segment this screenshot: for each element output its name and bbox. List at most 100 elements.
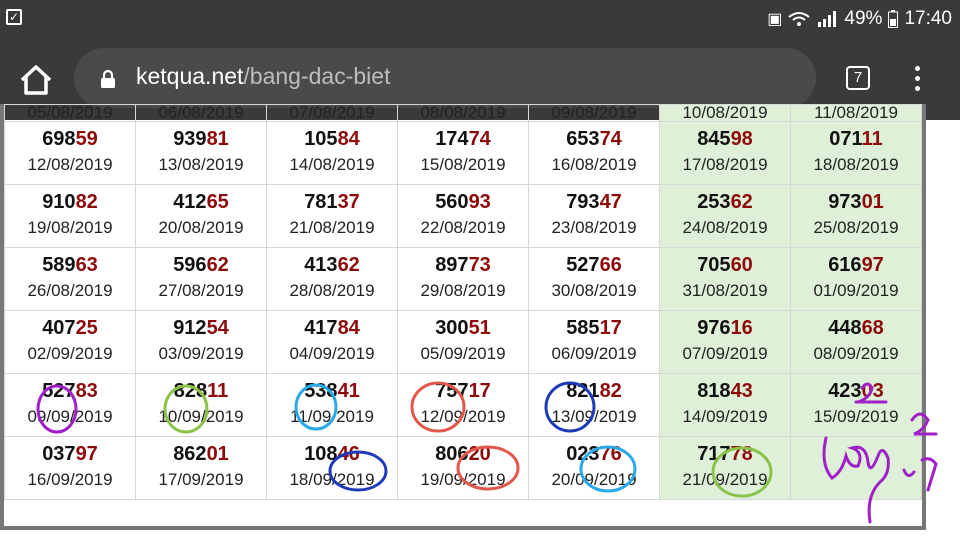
address-bar[interactable]: ketqua.net/bang-dac-biet bbox=[74, 48, 816, 108]
result-number: 65374 bbox=[529, 128, 659, 150]
result-date: 09/09/2019 bbox=[27, 407, 113, 426]
overflow-menu-icon[interactable] bbox=[912, 66, 922, 94]
number-head: 412 bbox=[173, 191, 207, 213]
number-tail: 62 bbox=[206, 254, 229, 276]
result-cell: 53841 11/09/2019 bbox=[266, 373, 398, 437]
result-date: 26/08/2019 bbox=[27, 281, 113, 300]
number-head: 527 bbox=[42, 380, 76, 402]
result-number: 75717 bbox=[398, 380, 528, 402]
result-date: 19/09/2019 bbox=[420, 470, 506, 489]
number-head: 939 bbox=[173, 128, 207, 150]
result-date: 25/08/2019 bbox=[813, 218, 899, 237]
result-number: 59662 bbox=[136, 254, 266, 276]
number-head: 037 bbox=[42, 443, 76, 465]
number-head: 910 bbox=[42, 191, 76, 213]
result-number: 86201 bbox=[136, 443, 266, 465]
result-number: 02376 bbox=[529, 443, 659, 465]
result-number: 58517 bbox=[529, 317, 659, 339]
result-date: 02/09/2019 bbox=[27, 344, 113, 363]
result-cell: 10584 14/08/2019 bbox=[266, 121, 398, 185]
number-tail: 01 bbox=[861, 191, 884, 213]
number-head: 560 bbox=[435, 191, 469, 213]
result-cell: 08/08/2019 bbox=[397, 104, 529, 122]
number-tail: 63 bbox=[75, 254, 98, 276]
result-cell: 07111 18/08/2019 bbox=[790, 121, 922, 185]
number-head: 973 bbox=[828, 191, 862, 213]
number-tail: 11 bbox=[861, 128, 883, 150]
result-number: 07111 bbox=[791, 128, 921, 150]
number-tail: 83 bbox=[75, 380, 98, 402]
number-head: 527 bbox=[566, 254, 600, 276]
status-bar: ✓ ▣ 49% 17:40 bbox=[0, 0, 960, 38]
number-tail: 62 bbox=[337, 254, 360, 276]
result-date: 21/09/2019 bbox=[682, 470, 768, 489]
results-table: 05/08/2019 06/08/2019 07/08/2019 08/08/2019… bbox=[4, 104, 922, 500]
result-date: 12/08/2019 bbox=[27, 155, 113, 174]
result-cell: 82811 10/09/2019 bbox=[135, 373, 267, 437]
number-tail: 78 bbox=[730, 443, 753, 465]
table-row: 69859 12/08/2019 93981 13/08/2019 10584 14/08… bbox=[4, 121, 922, 185]
result-cell: 69859 12/08/2019 bbox=[4, 121, 136, 185]
result-number: 91254 bbox=[136, 317, 266, 339]
result-cell: 42303 15/09/2019 bbox=[790, 373, 922, 437]
result-cell: 10/08/2019 bbox=[659, 104, 791, 122]
number-head: 105 bbox=[304, 128, 338, 150]
result-date: 28/08/2019 bbox=[289, 281, 375, 300]
result-cell: 56093 22/08/2019 bbox=[397, 184, 529, 248]
result-date: 18/09/2019 bbox=[289, 470, 375, 489]
number-tail: 20 bbox=[468, 443, 491, 465]
result-date: 19/08/2019 bbox=[27, 218, 113, 237]
number-tail: 82 bbox=[599, 380, 622, 402]
result-number: 41265 bbox=[136, 191, 266, 213]
number-tail: 98 bbox=[730, 128, 753, 150]
result-cell: 40725 02/09/2019 bbox=[4, 310, 136, 374]
number-head: 806 bbox=[435, 443, 469, 465]
number-tail: 01 bbox=[206, 443, 229, 465]
result-date: 08/09/2019 bbox=[813, 344, 899, 363]
url-text[interactable]: ketqua.net/bang-dac-biet bbox=[136, 63, 390, 90]
number-tail: 25 bbox=[75, 317, 98, 339]
number-head: 717 bbox=[697, 443, 731, 465]
result-cell: 75717 12/09/2019 bbox=[397, 373, 529, 437]
number-tail: 62 bbox=[730, 191, 753, 213]
result-date: 11/09/2019 bbox=[290, 407, 374, 426]
battery-icon bbox=[888, 10, 899, 28]
result-date: 04/09/2019 bbox=[289, 344, 375, 363]
results-table-area: 05/08/2019 06/08/2019 07/08/2019 08/08/2019… bbox=[0, 104, 960, 540]
result-date: 12/09/2019 bbox=[420, 407, 506, 426]
number-tail: 51 bbox=[468, 317, 491, 339]
result-number: 53841 bbox=[267, 380, 397, 402]
number-head: 912 bbox=[173, 317, 207, 339]
result-number: 89773 bbox=[398, 254, 528, 276]
result-number: 84598 bbox=[660, 128, 790, 150]
number-head: 897 bbox=[435, 254, 469, 276]
result-cell: 82182 13/09/2019 bbox=[528, 373, 660, 437]
number-head: 757 bbox=[435, 380, 469, 402]
result-cell: 79347 23/08/2019 bbox=[528, 184, 660, 248]
number-head: 423 bbox=[828, 380, 862, 402]
signal-icon bbox=[818, 11, 837, 27]
result-number: 56093 bbox=[398, 191, 528, 213]
number-head: 705 bbox=[697, 254, 731, 276]
tab-switcher-button[interactable]: 7 bbox=[846, 66, 870, 90]
status-right: ▣ 49% 17:40 bbox=[767, 8, 952, 30]
number-tail: 11 bbox=[207, 380, 229, 402]
number-tail: 84 bbox=[337, 128, 360, 150]
result-date: 15/09/2019 bbox=[813, 407, 899, 426]
number-head: 845 bbox=[697, 128, 731, 150]
result-cell: 61697 01/09/2019 bbox=[790, 247, 922, 311]
number-head: 108 bbox=[304, 443, 338, 465]
result-date: 22/08/2019 bbox=[420, 218, 506, 237]
table-row: 40725 02/09/2019 91254 03/09/2019 41784 04/09… bbox=[4, 310, 922, 374]
number-head: 538 bbox=[304, 380, 338, 402]
result-date: 07/09/2019 bbox=[682, 344, 768, 363]
number-head: 616 bbox=[828, 254, 862, 276]
url-path: /bang-dac-biet bbox=[243, 63, 391, 89]
result-cell: 81843 14/09/2019 bbox=[659, 373, 791, 437]
result-cell: 58963 26/08/2019 bbox=[4, 247, 136, 311]
result-cell: 06/08/2019 bbox=[135, 104, 267, 122]
result-date: 13/09/2019 bbox=[551, 407, 637, 426]
number-head: 862 bbox=[173, 443, 207, 465]
home-icon[interactable] bbox=[18, 62, 54, 98]
result-cell: 58517 06/09/2019 bbox=[528, 310, 660, 374]
